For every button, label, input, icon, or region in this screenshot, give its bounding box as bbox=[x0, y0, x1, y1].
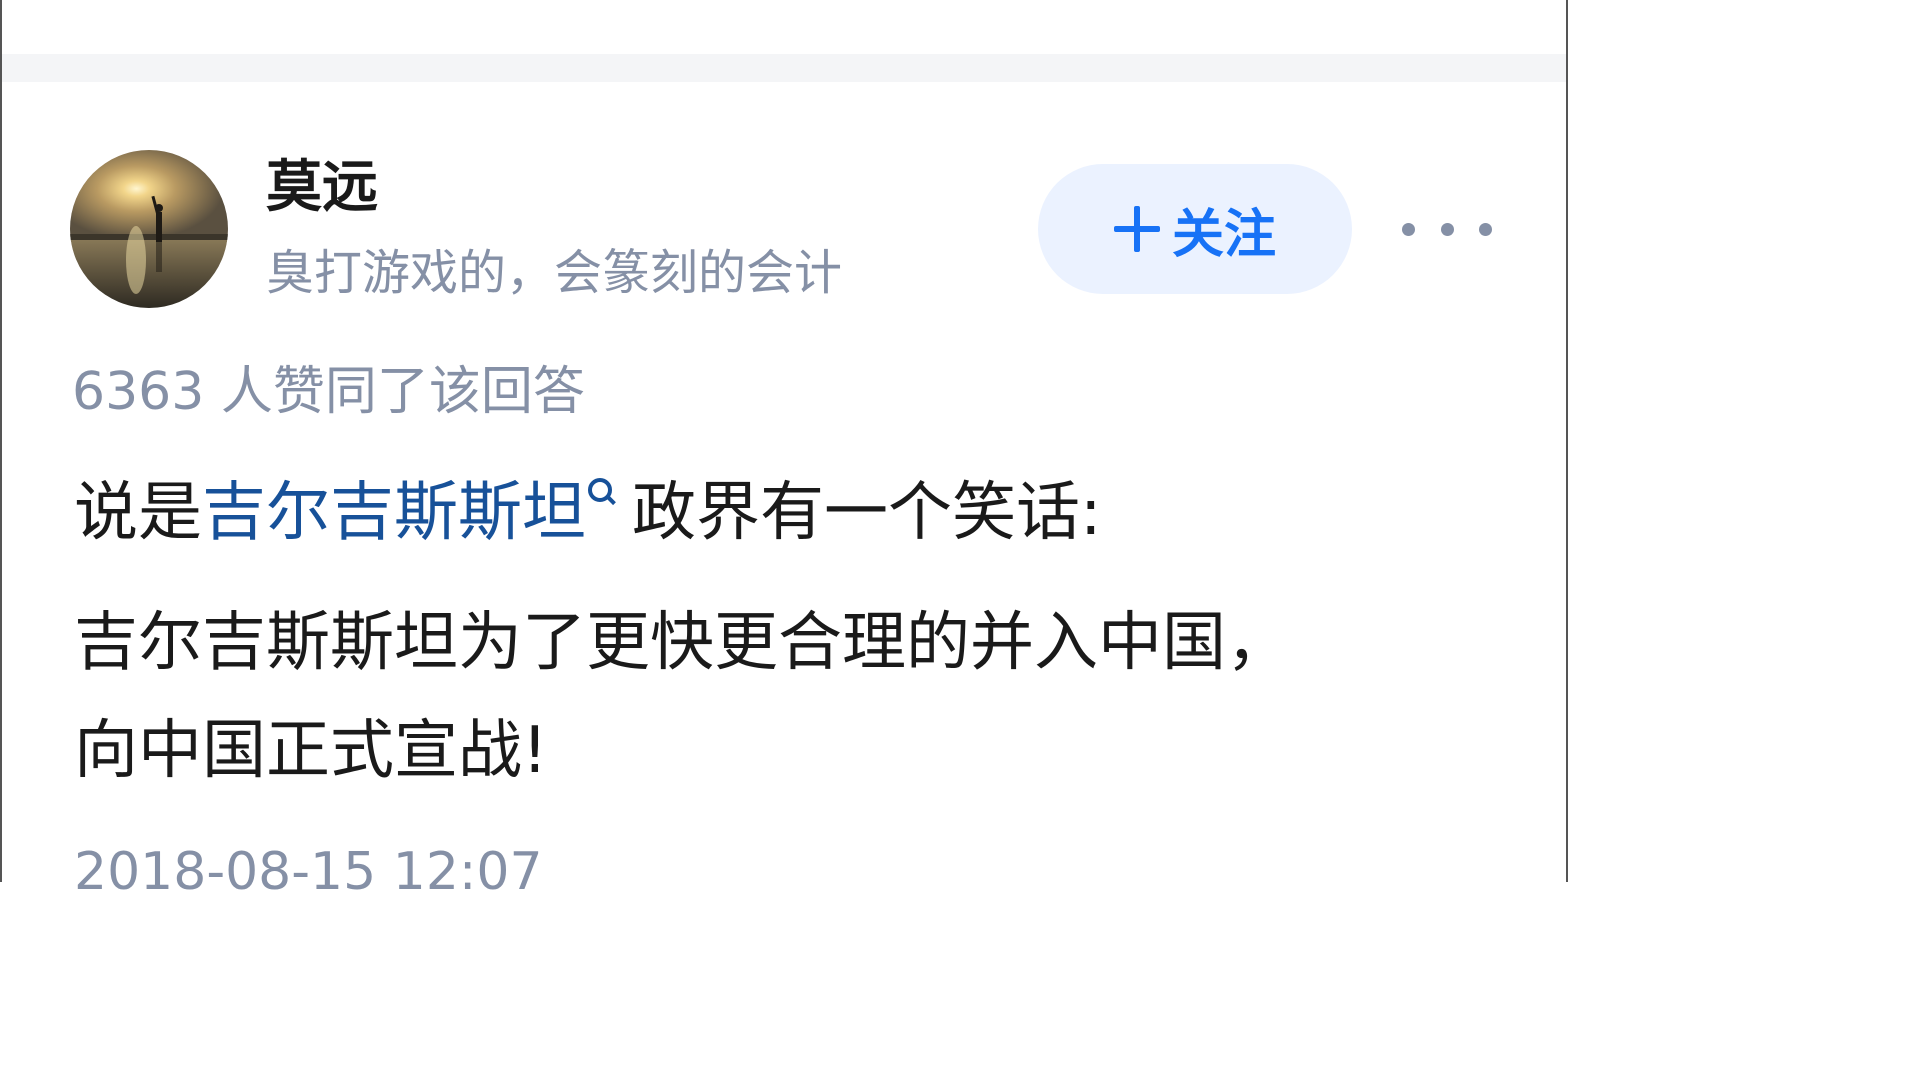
author-bio: 臭打游戏的，会篆刻的会计 bbox=[266, 245, 843, 301]
avatar-image bbox=[70, 150, 228, 308]
answer-text-suffix: 政界有一个笑话: bbox=[632, 476, 1102, 550]
follow-button[interactable]: 关注 bbox=[1038, 164, 1352, 294]
follow-label: 关注 bbox=[1171, 204, 1276, 265]
answer-line-1: 说是吉尔吉斯斯坦 政界有一个笑话: bbox=[74, 458, 1102, 568]
answer-line-2: 吉尔吉斯斯坦为了更快更合理的并入中国， bbox=[74, 606, 1290, 680]
more-dot bbox=[1402, 222, 1415, 236]
answer-text-prefix: 说是 bbox=[74, 476, 202, 550]
vote-count: 6363 人赞同了该回答 bbox=[72, 362, 585, 422]
search-icon[interactable] bbox=[586, 478, 614, 518]
avatar[interactable] bbox=[70, 150, 228, 308]
answer-screen: 莫远 臭打游戏的，会篆刻的会计 关注 6363 人赞同了该回答 说是吉尔吉斯斯坦… bbox=[0, 0, 1568, 902]
more-dot bbox=[1440, 222, 1454, 236]
author-name[interactable]: 莫远 bbox=[266, 152, 378, 224]
more-dot bbox=[1479, 222, 1492, 236]
more-icon[interactable] bbox=[1402, 204, 1492, 254]
answer-timestamp: 2018-08-15 12:07 bbox=[74, 842, 543, 902]
plus-icon bbox=[1113, 206, 1160, 252]
answer-line-3: 向中国正式宣战! bbox=[74, 714, 548, 788]
topic-link[interactable]: 吉尔吉斯斯坦 bbox=[202, 476, 586, 550]
section-separator bbox=[2, 54, 1566, 82]
